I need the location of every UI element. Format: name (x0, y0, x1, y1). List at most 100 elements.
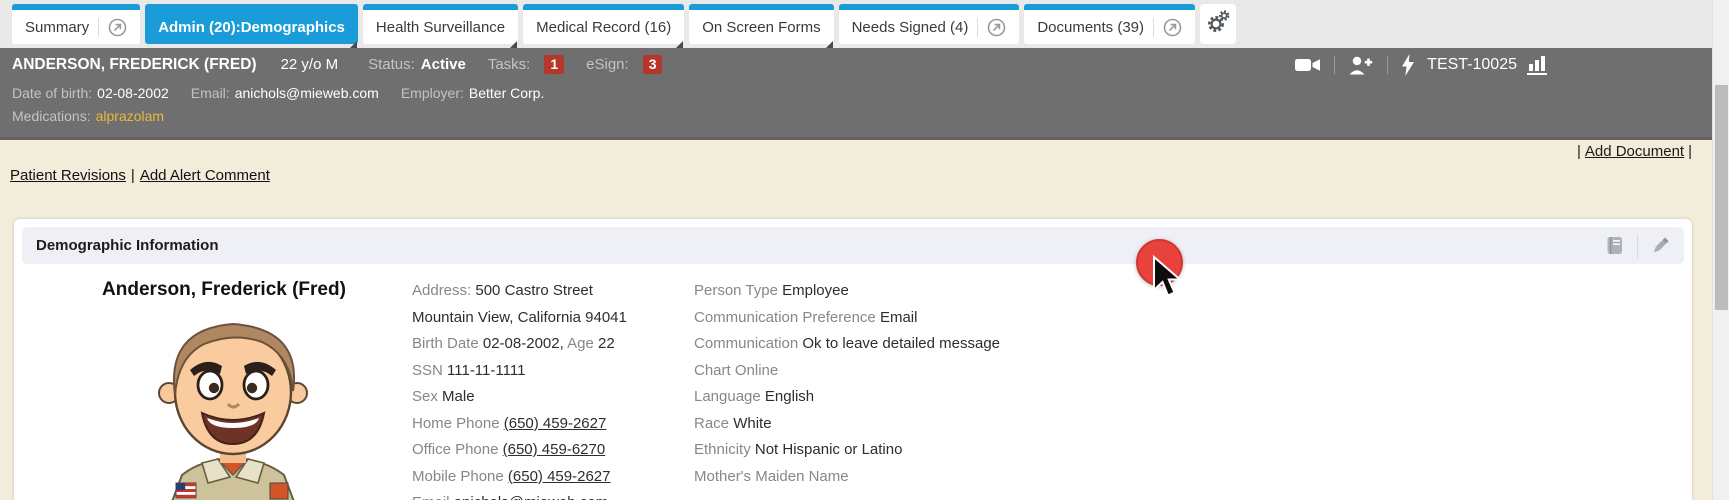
mouse-cursor-icon (1152, 255, 1186, 306)
patient-name: ANDERSON, FREDERICK (FRED) (12, 56, 257, 74)
patient-header-bar: ANDERSON, FREDERICK (FRED) 22 y/o M Stat… (0, 48, 1729, 140)
employer-pair: Employer: Better Corp. (401, 85, 545, 101)
pencil-icon[interactable] (1650, 236, 1670, 256)
chart-tab-bar: Summary Admin (20):Demographics Health S… (0, 0, 1729, 48)
patient-header-row-2: Date of birth: 02-08-2002 Email: anichols@… (0, 81, 1729, 104)
divider (1334, 56, 1335, 74)
email-pair: Email: anichols@mieweb.com (191, 85, 379, 101)
tab-label: Admin (20):Demographics (158, 19, 345, 36)
dob-label: Date of birth: (12, 85, 92, 101)
detail-row-mobile-phone: Mobile Phone (650) 459-2627 (412, 464, 694, 491)
tab-label: On Screen Forms (702, 19, 820, 36)
tab-label: Documents (39) (1037, 19, 1144, 36)
esign-count-badge[interactable]: 3 (643, 55, 663, 74)
detail-row-home-phone: Home Phone (650) 459-2627 (412, 411, 694, 438)
submenu-corner-icon (826, 41, 833, 48)
vertical-scrollbar[interactable] (1712, 0, 1729, 500)
tasks-count-badge[interactable]: 1 (544, 55, 564, 74)
medications-value[interactable]: alprazolam (96, 108, 164, 124)
add-document-line: |Add Document| (1577, 143, 1692, 160)
patient-revisions-link[interactable]: Patient Revisions (10, 167, 126, 184)
lightning-icon[interactable] (1401, 54, 1415, 76)
detail-row-email: Email anichols@mieweb.com (412, 490, 694, 500)
employer-label: Employer: (401, 85, 464, 101)
tab-documents[interactable]: Documents (39) (1024, 4, 1195, 44)
details-column-right: Person Type Employee Communication Prefe… (694, 278, 1692, 500)
mobile-phone-link[interactable]: (650) 459-2627 (508, 468, 611, 485)
patient-photo (54, 307, 412, 500)
video-camera-icon[interactable] (1295, 56, 1321, 74)
divider (1387, 56, 1388, 74)
pipe-separator: | (1577, 143, 1581, 160)
esign-label: eSign: (586, 56, 629, 73)
detail-row-language: Language English (694, 384, 1692, 411)
tab-needs-signed[interactable]: Needs Signed (4) (839, 4, 1020, 44)
detail-row-communication: Communication Ok to leave detailed messa… (694, 331, 1692, 358)
pipe-separator: | (131, 167, 135, 184)
detail-row-race: Race White (694, 411, 1692, 438)
patient-action-links: Patient Revisions | Add Alert Comment (10, 167, 270, 184)
patient-header-row-1: ANDERSON, FREDERICK (FRED) 22 y/o M Stat… (0, 48, 1729, 81)
employer-value: Better Corp. (469, 85, 544, 101)
panel-title: Demographic Information (36, 237, 219, 254)
patient-display-name: Anderson, Frederick (Fred) (36, 278, 412, 302)
pipe-separator: | (1688, 143, 1692, 160)
patient-email-link[interactable]: anichols@mieweb.com (454, 494, 608, 500)
patient-age-sex: 22 y/o M (281, 56, 339, 73)
demographics-panel: Demographic Information Anderson, Freder… (14, 219, 1692, 500)
email-label: Email: (191, 85, 230, 101)
detail-row-ethnicity: Ethnicity Not Hispanic or Latino (694, 437, 1692, 464)
book-icon[interactable] (1604, 235, 1625, 256)
medications-label: Medications: (12, 108, 91, 124)
chart-id: TEST-10025 (1427, 56, 1517, 74)
tab-admin-demographics[interactable]: Admin (20):Demographics (145, 4, 358, 44)
identity-column: Anderson, Frederick (Fred) (36, 278, 412, 500)
tab-label: Summary (25, 19, 89, 36)
panel-header-icons (1604, 234, 1670, 258)
detail-row-person-type: Person Type Employee (694, 278, 1692, 305)
tab-medical-record[interactable]: Medical Record (16) (523, 4, 684, 44)
submenu-corner-icon (676, 41, 683, 48)
patient-header-actions: TEST-10025 (1295, 54, 1549, 76)
home-phone-link[interactable]: (650) 459-2627 (504, 415, 607, 432)
email-value: anichols@mieweb.com (235, 85, 379, 101)
detail-row-office-phone: Office Phone (650) 459-6270 (412, 437, 694, 464)
office-phone-link[interactable]: (650) 459-6270 (503, 441, 606, 458)
detail-row-chart-online: Chart Online (694, 358, 1692, 385)
demographics-panel-header: Demographic Information (22, 227, 1684, 264)
status-value: Active (421, 56, 466, 73)
bar-chart-icon[interactable] (1527, 54, 1549, 75)
status-label: Status: (368, 56, 415, 73)
tab-on-screen-forms[interactable]: On Screen Forms (689, 4, 833, 44)
scrollbar-thumb[interactable] (1715, 85, 1728, 310)
dob-value: 02-08-2002 (97, 85, 169, 101)
detail-row-birth-date: Birth Date 02-08-2002, Age 22 (412, 331, 694, 358)
tab-label: Medical Record (16) (536, 19, 671, 36)
detail-row-address-2: Mountain View, California 94041 (412, 305, 694, 332)
detail-row-sex: Sex Male (412, 384, 694, 411)
divider (1637, 234, 1638, 258)
detail-row-ssn: SSN 111-11-1111 (412, 358, 694, 385)
dob-pair: Date of birth: 02-08-2002 (12, 85, 169, 101)
submenu-corner-icon (350, 41, 357, 48)
tab-settings-button[interactable] (1200, 4, 1236, 44)
submenu-corner-icon (510, 41, 517, 48)
detail-row-communication-preference: Communication Preference Email (694, 305, 1692, 332)
gears-icon (1206, 9, 1231, 39)
jump-out-icon[interactable] (977, 18, 1006, 37)
detail-row-address: Address: 500 Castro Street (412, 278, 694, 305)
jump-out-icon[interactable] (98, 18, 127, 37)
tab-summary[interactable]: Summary (12, 4, 140, 44)
tasks-label: Tasks: (488, 56, 531, 73)
tab-label: Health Surveillance (376, 19, 505, 36)
webchart-app: Summary Admin (20):Demographics Health S… (0, 0, 1729, 500)
person-add-icon[interactable] (1348, 55, 1374, 75)
add-document-link[interactable]: Add Document (1585, 143, 1684, 160)
details-column-left: Address: 500 Castro Street Mountain View… (412, 278, 694, 500)
jump-out-icon[interactable] (1153, 18, 1182, 37)
detail-row-mothers-maiden-name: Mother's Maiden Name (694, 464, 1692, 491)
patient-header-row-3: Medications: alprazolam (0, 104, 1729, 127)
add-alert-comment-link[interactable]: Add Alert Comment (140, 167, 270, 184)
tab-health-surveillance[interactable]: Health Surveillance (363, 4, 518, 44)
demographics-panel-body: Anderson, Frederick (Fred) (14, 272, 1692, 500)
